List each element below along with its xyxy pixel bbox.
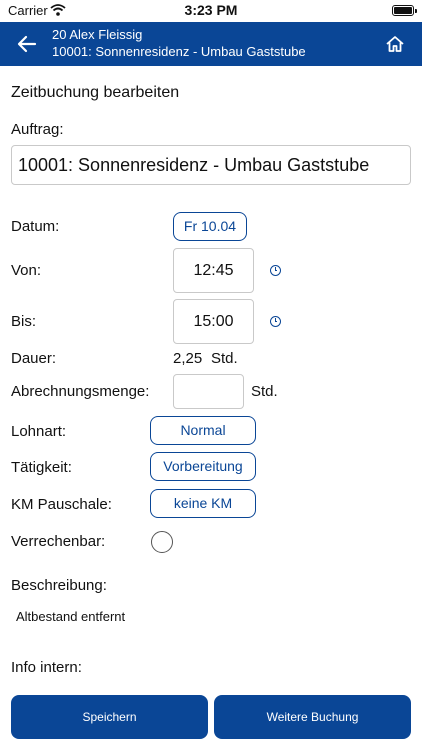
- lohnart-button[interactable]: Normal: [150, 416, 256, 445]
- header-order: 10001: Sonnenresidenz - Umbau Gaststube: [52, 44, 306, 59]
- von-time-field[interactable]: 12:45: [173, 248, 254, 293]
- bis-label: Bis:: [11, 313, 37, 330]
- datum-label: Datum:: [11, 218, 60, 235]
- back-arrow-icon[interactable]: [14, 32, 40, 56]
- von-label: Von:: [11, 262, 42, 279]
- further-booking-button[interactable]: Weitere Buchung: [214, 695, 411, 739]
- abrechnungsmenge-input[interactable]: [173, 374, 244, 409]
- dauer-label: Dauer:: [11, 350, 57, 367]
- status-bar: Carrier 3:23 PM: [0, 0, 422, 22]
- km-pauschale-label: KM Pauschale:: [11, 496, 112, 513]
- save-button[interactable]: Speichern: [11, 695, 208, 739]
- dauer-value: 2,25: [173, 350, 203, 367]
- lohnart-label: Lohnart:: [11, 423, 67, 440]
- abrechnungsmenge-unit: Std.: [251, 383, 278, 400]
- datum-button[interactable]: Fr 10.04: [173, 212, 247, 241]
- status-time: 3:23 PM: [184, 2, 238, 18]
- battery-icon: [392, 5, 417, 16]
- von-clock-icon[interactable]: [270, 265, 281, 276]
- taetigkeit-button[interactable]: Vorbereitung: [150, 452, 256, 481]
- verrechenbar-radio[interactable]: [151, 531, 173, 553]
- bis-clock-icon[interactable]: [270, 316, 281, 327]
- home-icon[interactable]: [384, 33, 406, 55]
- auftrag-label: Auftrag:: [11, 121, 64, 138]
- page-title: Zeitbuchung bearbeiten: [11, 84, 180, 101]
- dauer-unit: Std.: [211, 350, 238, 367]
- abrechnungsmenge-label: Abrechnungsmenge:: [11, 383, 150, 400]
- verrechenbar-label: Verrechenbar:: [11, 533, 106, 550]
- beschreibung-label: Beschreibung:: [11, 577, 107, 594]
- taetigkeit-label: Tätigkeit:: [11, 459, 72, 476]
- auftrag-field[interactable]: 10001: Sonnenresidenz - Umbau Gaststube: [11, 145, 411, 185]
- bis-time-field[interactable]: 15:00: [173, 299, 254, 344]
- info-intern-label: Info intern:: [11, 659, 82, 676]
- header-user: 20 Alex Fleissig: [52, 27, 143, 42]
- km-pauschale-button[interactable]: keine KM: [150, 489, 256, 518]
- navigation-bar: 20 Alex Fleissig 10001: Sonnenresidenz -…: [0, 22, 422, 66]
- beschreibung-field[interactable]: Altbestand entfernt: [16, 609, 125, 624]
